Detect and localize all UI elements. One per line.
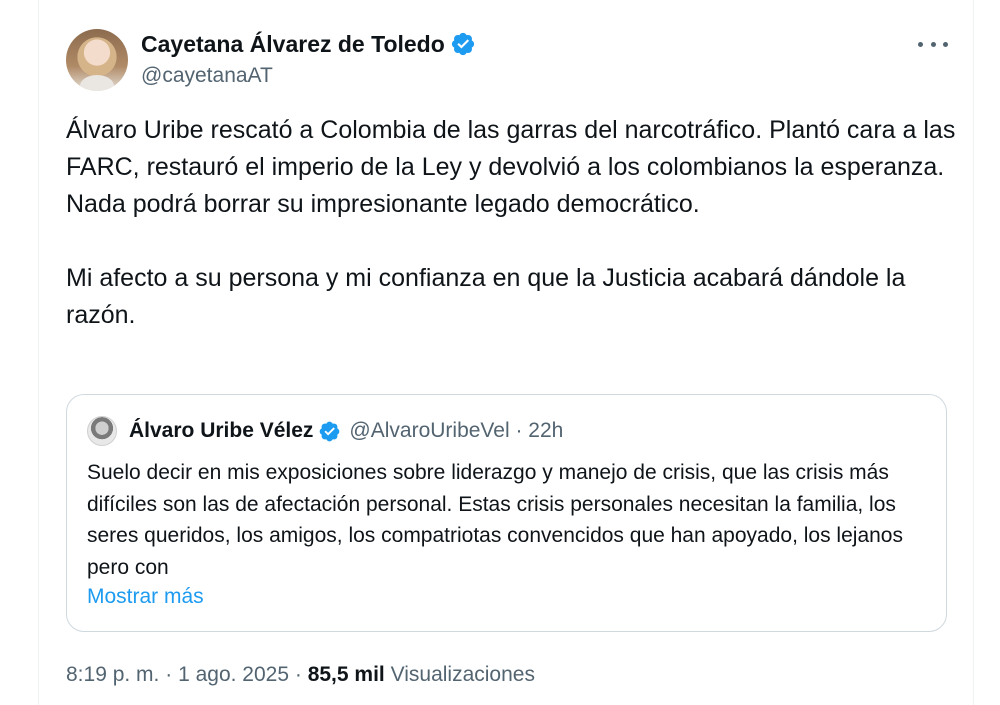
author-handle[interactable]: @cayetanaAT	[141, 63, 273, 89]
show-more-link[interactable]: Mostrar más	[87, 581, 204, 612]
tweet-time[interactable]: 8:19 p. m.	[66, 663, 159, 686]
tweet-paragraph: Mi afecto a su persona y mi confianza en…	[66, 264, 906, 329]
more-dot	[918, 41, 923, 47]
meta-separator: ·	[294, 663, 302, 686]
author-avatar[interactable]	[66, 29, 128, 91]
quoted-author-handle-time: @AlvaroUribeVel · 22h	[349, 419, 564, 442]
tweet-date[interactable]: 1 ago. 2025	[178, 663, 289, 686]
more-options-icon[interactable]	[918, 32, 948, 56]
quoted-tweet-text: Suelo decir en mis exposiciones sobre li…	[87, 461, 903, 579]
quoted-tweet[interactable]: Álvaro Uribe Vélez @AlvaroUribeVel · 22h…	[66, 394, 947, 632]
views-count: 85,5 mil	[307, 663, 385, 686]
verified-badge-icon	[320, 421, 340, 441]
tweet-paragraph: Álvaro Uribe rescató a Colombia de las g…	[66, 116, 956, 218]
more-dot	[943, 41, 948, 47]
author-name[interactable]: Cayetana Álvarez de Toledo	[141, 29, 445, 59]
quoted-author-avatar	[87, 416, 117, 446]
more-dot	[930, 41, 936, 47]
quoted-tweet-header: Álvaro Uribe Vélez @AlvaroUribeVel · 22h	[87, 415, 563, 447]
views-label: Visualizaciones	[390, 663, 535, 686]
tweet-text: Álvaro Uribe rescató a Colombia de las g…	[66, 112, 966, 334]
author-name-row[interactable]: Cayetana Álvarez de Toledo	[141, 29, 476, 59]
tweet-meta: 8:19 p. m. · 1 ago. 2025 · 85,5 mil Visu…	[66, 660, 535, 690]
meta-separator: ·	[165, 663, 173, 686]
verified-badge-icon	[451, 32, 474, 56]
quoted-author-name: Álvaro Uribe Vélez	[129, 419, 314, 442]
